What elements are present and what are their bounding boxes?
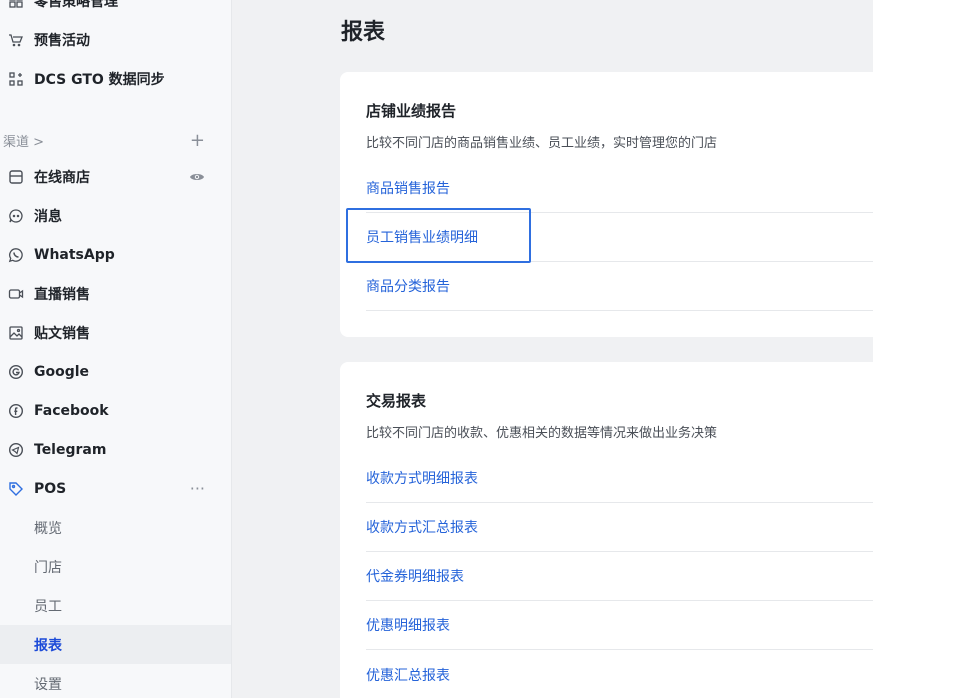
sidebar-item-dcs-sync[interactable]: DCS GTO 数据同步 xyxy=(0,59,231,98)
sidebar-item-label: 零售策略管理 xyxy=(34,0,118,10)
report-link-row: 收款方式汇总报表 xyxy=(366,503,873,552)
sidebar-item-label: 直播销售 xyxy=(34,286,90,303)
google-icon xyxy=(8,364,24,380)
sidebar-subitem-reports[interactable]: 报表 xyxy=(0,625,231,664)
blank-area xyxy=(873,0,965,698)
sidebar-item-label: Telegram xyxy=(34,441,107,458)
sidebar-subitem-label: 门店 xyxy=(34,559,62,576)
sidebar-item-google[interactable]: Google xyxy=(0,352,231,391)
sidebar-item-label: Facebook xyxy=(34,402,109,419)
sidebar-item-label: 在线商店 xyxy=(34,169,90,186)
staff-sales-detail-link[interactable]: 员工销售业绩明细 xyxy=(366,227,478,247)
report-link-row: 收款方式明细报表 xyxy=(366,454,873,503)
sidebar-subitem-settings[interactable]: 设置 xyxy=(0,664,231,698)
sidebar-subitem-label: 设置 xyxy=(34,676,62,693)
grid-icon xyxy=(8,0,24,9)
payment-method-detail-link[interactable]: 收款方式明细报表 xyxy=(366,468,478,488)
report-link-row: 商品分类报告 xyxy=(366,262,873,311)
product-sales-report-link[interactable]: 商品销售报告 xyxy=(366,178,450,198)
sidebar-subitem-stores[interactable]: 门店 xyxy=(0,547,231,586)
more-options-button[interactable]: ··· xyxy=(190,479,205,498)
card-description: 比较不同门店的商品销售业绩、员工业绩，实时管理您的门店 xyxy=(366,136,718,151)
sidebar-item-label: 贴文销售 xyxy=(34,325,90,342)
facebook-icon xyxy=(8,403,24,419)
sidebar-subitem-overview[interactable]: 概览 xyxy=(0,508,231,547)
sidebar-item-label: POS xyxy=(34,480,67,497)
sidebar-item-retail-strategy[interactable]: 零售策略管理 xyxy=(0,0,231,20)
voucher-detail-link[interactable]: 代金券明细报表 xyxy=(366,566,464,586)
payment-method-summary-link[interactable]: 收款方式汇总报表 xyxy=(366,517,478,537)
sidebar-item-label: 预售活动 xyxy=(34,32,90,49)
main-content: 报表 店铺业绩报告 比较不同门店的商品销售业绩、员工业绩，实时管理您的门店 商品… xyxy=(232,0,873,698)
card-title: 交易报表 xyxy=(366,392,427,410)
report-link-row: 商品销售报告 xyxy=(366,164,873,213)
product-category-report-link[interactable]: 商品分类报告 xyxy=(366,276,450,296)
storefront-icon xyxy=(8,169,24,185)
sidebar-item-label: Google xyxy=(34,363,90,380)
presale-icon xyxy=(8,32,24,48)
sidebar-item-online-store[interactable]: 在线商店 xyxy=(0,157,231,196)
sidebar-item-post-sales[interactable]: 贴文销售 xyxy=(0,313,231,352)
report-link-row: 代金券明细报表 xyxy=(366,552,873,601)
channels-section-header[interactable]: 渠道 > + xyxy=(0,125,231,155)
sidebar-item-presale[interactable]: 预售活动 xyxy=(0,20,231,59)
add-channel-button[interactable]: + xyxy=(190,130,205,151)
sidebar-item-label: DCS GTO 数据同步 xyxy=(34,71,165,88)
report-link-row: 优惠汇总报表 xyxy=(366,650,873,698)
sidebar-subitem-staff[interactable]: 员工 xyxy=(0,586,231,625)
sidebar-item-label: 消息 xyxy=(34,208,62,225)
page-title: 报表 xyxy=(341,20,386,45)
sidebar-item-messages[interactable]: 消息 xyxy=(0,196,231,235)
discount-summary-link[interactable]: 优惠汇总报表 xyxy=(366,665,450,685)
sidebar: 零售策略管理 预售活动 DCS GTO 数据同步 渠道 > + 在线商店 消息 xyxy=(0,0,232,698)
sync-grid-icon xyxy=(8,71,24,87)
whatsapp-icon xyxy=(8,247,24,263)
sidebar-item-telegram[interactable]: Telegram xyxy=(0,430,231,469)
telegram-icon xyxy=(8,442,24,458)
sidebar-item-facebook[interactable]: Facebook xyxy=(0,391,231,430)
sidebar-subitem-label: 报表 xyxy=(34,637,62,654)
channels-section-label: 渠道 > xyxy=(3,134,45,150)
sidebar-subitem-label: 概览 xyxy=(34,520,62,537)
eye-icon[interactable] xyxy=(189,169,205,185)
transaction-report-card: 交易报表 比较不同门店的收款、优惠相关的数据等情况来做出业务决策 收款方式明细报… xyxy=(340,362,873,698)
card-description: 比较不同门店的收款、优惠相关的数据等情况来做出业务决策 xyxy=(366,426,718,441)
store-report-card: 店铺业绩报告 比较不同门店的商品销售业绩、员工业绩，实时管理您的门店 商品销售报… xyxy=(340,72,873,337)
sidebar-subitem-label: 员工 xyxy=(34,598,62,615)
post-image-icon xyxy=(8,325,24,341)
sidebar-item-pos[interactable]: POS ··· xyxy=(0,469,231,508)
report-link-row: 员工销售业绩明细 xyxy=(366,213,873,262)
sidebar-item-whatsapp[interactable]: WhatsApp xyxy=(0,235,231,274)
chat-icon xyxy=(8,208,24,224)
card-title: 店铺业绩报告 xyxy=(366,102,457,120)
report-link-row: 优惠明细报表 xyxy=(366,601,873,650)
sidebar-item-live-sales[interactable]: 直播销售 xyxy=(0,274,231,313)
live-video-icon xyxy=(8,286,24,302)
pos-tag-icon xyxy=(8,481,24,497)
sidebar-item-label: WhatsApp xyxy=(34,246,115,263)
discount-detail-link[interactable]: 优惠明细报表 xyxy=(366,615,450,635)
